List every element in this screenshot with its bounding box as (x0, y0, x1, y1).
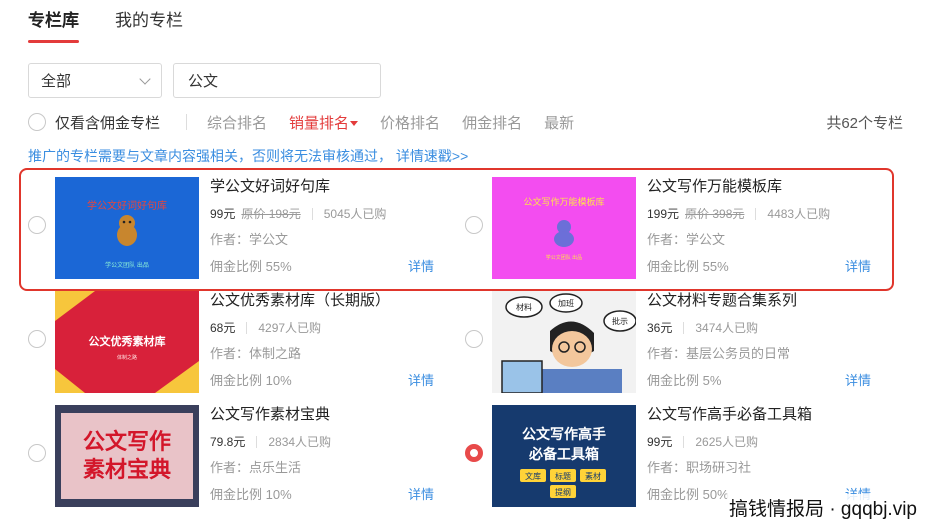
tab-bar: 专栏库 我的专栏 (28, 6, 183, 43)
column-info: 公文材料专题合集系列 36元 3474人已购 作者：基层公务员的日常 佣金比例 … (647, 289, 871, 393)
column-author: 作者：点乐生活 (210, 460, 302, 475)
column-price: 68元 (210, 321, 236, 335)
commission-rate: 佣金比例 50% (647, 487, 729, 502)
column-author: 作者：基层公务员的日常 (647, 346, 791, 361)
sort-option-composite[interactable]: 综合排名 (207, 112, 267, 133)
column-sold-count: 2625人已购 (695, 435, 759, 449)
commission-rate: 佣金比例 10% (210, 487, 292, 502)
search-input[interactable] (173, 63, 381, 98)
cover-bubble-text: 材料 (516, 302, 532, 312)
cover-headline-line-1: 公文写作 (83, 429, 171, 454)
svg-text:提纲: 提纲 (555, 487, 571, 497)
sort-divider (186, 114, 188, 130)
column-info: 公文优秀素材库（长期版） 68元 4297人已购 作者：体制之路 佣金比例 10… (210, 289, 434, 393)
cover-headline-text: 公文优秀素材库 (89, 334, 166, 348)
total-count: 共62个专栏 (826, 114, 903, 132)
commission-only-label: 仅看含佣金专栏 (55, 114, 161, 132)
sort-option-sales[interactable]: 销量排名 (289, 112, 359, 133)
chevron-down-icon (139, 72, 151, 85)
cover-footer-text: 体制之路 (117, 354, 137, 361)
column-author: 作者：体制之路 (210, 346, 302, 361)
column-sold-count: 3474人已购 (695, 321, 759, 335)
policy-notice-link[interactable]: 推广的专栏需要与文章内容强相关，否则将无法审核通过， 详情速戳>> (28, 146, 468, 166)
sort-bar: 仅看含佣金专栏 综合排名 销量排名 价格排名 佣金排名 最新 共62个专栏 (28, 111, 903, 133)
column-title[interactable]: 公文写作素材宝典 (210, 403, 434, 424)
column-cover: 公文写作高手必备工具箱 文库 标题 素材 提纲 (492, 405, 636, 507)
watermark-text: 搞钱情报局 · gqqbj.vip (727, 494, 919, 521)
column-cover: 公文写作素材宝典 (55, 405, 199, 507)
column-cover: 材料 加班 批示 (492, 291, 636, 393)
column-card[interactable]: 材料 加班 批示 公文材料专题合集系列 36元 3474人已购 作者：基层公务员… (465, 289, 905, 397)
svg-text:文库: 文库 (525, 471, 541, 481)
column-author: 作者：职场研习社 (647, 460, 752, 475)
commission-rate: 佣金比例 10% (210, 373, 292, 388)
column-title[interactable]: 公文写作高手必备工具箱 (647, 403, 871, 424)
commission-rate: 佣金比例 5% (647, 373, 722, 388)
column-price: 99元 (647, 435, 673, 449)
commission-only-radio[interactable] (28, 113, 46, 131)
detail-link[interactable]: 详情 (408, 484, 434, 503)
commission-only-toggle[interactable]: 仅看含佣金专栏 (28, 112, 160, 133)
category-select[interactable]: 全部 (28, 63, 162, 98)
tab-my-columns[interactable]: 我的专栏 (115, 6, 183, 43)
column-price: 36元 (647, 321, 673, 335)
cover-headline-line-2: 必备工具箱 (528, 446, 599, 462)
select-radio[interactable] (28, 444, 46, 462)
column-card[interactable]: 公文写作素材宝典 公文写作素材宝典 79.8元 2834人已购 作者：点乐生活 … (28, 403, 468, 511)
tab-column-library[interactable]: 专栏库 (28, 6, 79, 43)
filter-row: 全部 (28, 63, 381, 98)
column-info: 公文写作高手必备工具箱 99元 2625人已购 作者：职场研习社 佣金比例 50… (647, 403, 871, 507)
column-sold-count: 4297人已购 (258, 321, 322, 335)
select-radio[interactable] (28, 330, 46, 348)
sort-option-commission[interactable]: 佣金排名 (462, 112, 522, 133)
select-radio[interactable] (465, 330, 483, 348)
column-card[interactable]: 公文优秀素材库 体制之路 公文优秀素材库（长期版） 68元 4297人已购 作者… (28, 289, 468, 397)
sort-option-sales-label: 销量排名 (289, 114, 350, 132)
highlight-frame (19, 168, 894, 291)
sort-option-price[interactable]: 价格排名 (380, 112, 440, 133)
detail-link[interactable]: 详情 (845, 370, 871, 389)
column-price: 79.8元 (210, 435, 246, 449)
column-sold-count: 2834人已购 (268, 435, 332, 449)
cover-bubble-text: 加班 (558, 298, 574, 308)
detail-link[interactable]: 详情 (408, 370, 434, 389)
svg-text:标题: 标题 (555, 471, 571, 481)
cover-headline-line-2: 素材宝典 (83, 457, 171, 482)
column-title[interactable]: 公文优秀素材库（长期版） (210, 289, 434, 310)
sort-option-newest[interactable]: 最新 (544, 112, 574, 133)
column-cover: 公文优秀素材库 体制之路 (55, 291, 199, 393)
cover-headline-line-1: 公文写作高手 (522, 426, 606, 442)
svg-text:素材: 素材 (585, 471, 601, 481)
sort-desc-icon (350, 121, 359, 127)
column-title[interactable]: 公文材料专题合集系列 (647, 289, 871, 310)
cover-bubble-text: 批示 (612, 316, 628, 326)
category-select-value: 全部 (41, 73, 72, 90)
column-info: 公文写作素材宝典 79.8元 2834人已购 作者：点乐生活 佣金比例 10% … (210, 403, 434, 507)
select-radio[interactable] (465, 444, 483, 462)
